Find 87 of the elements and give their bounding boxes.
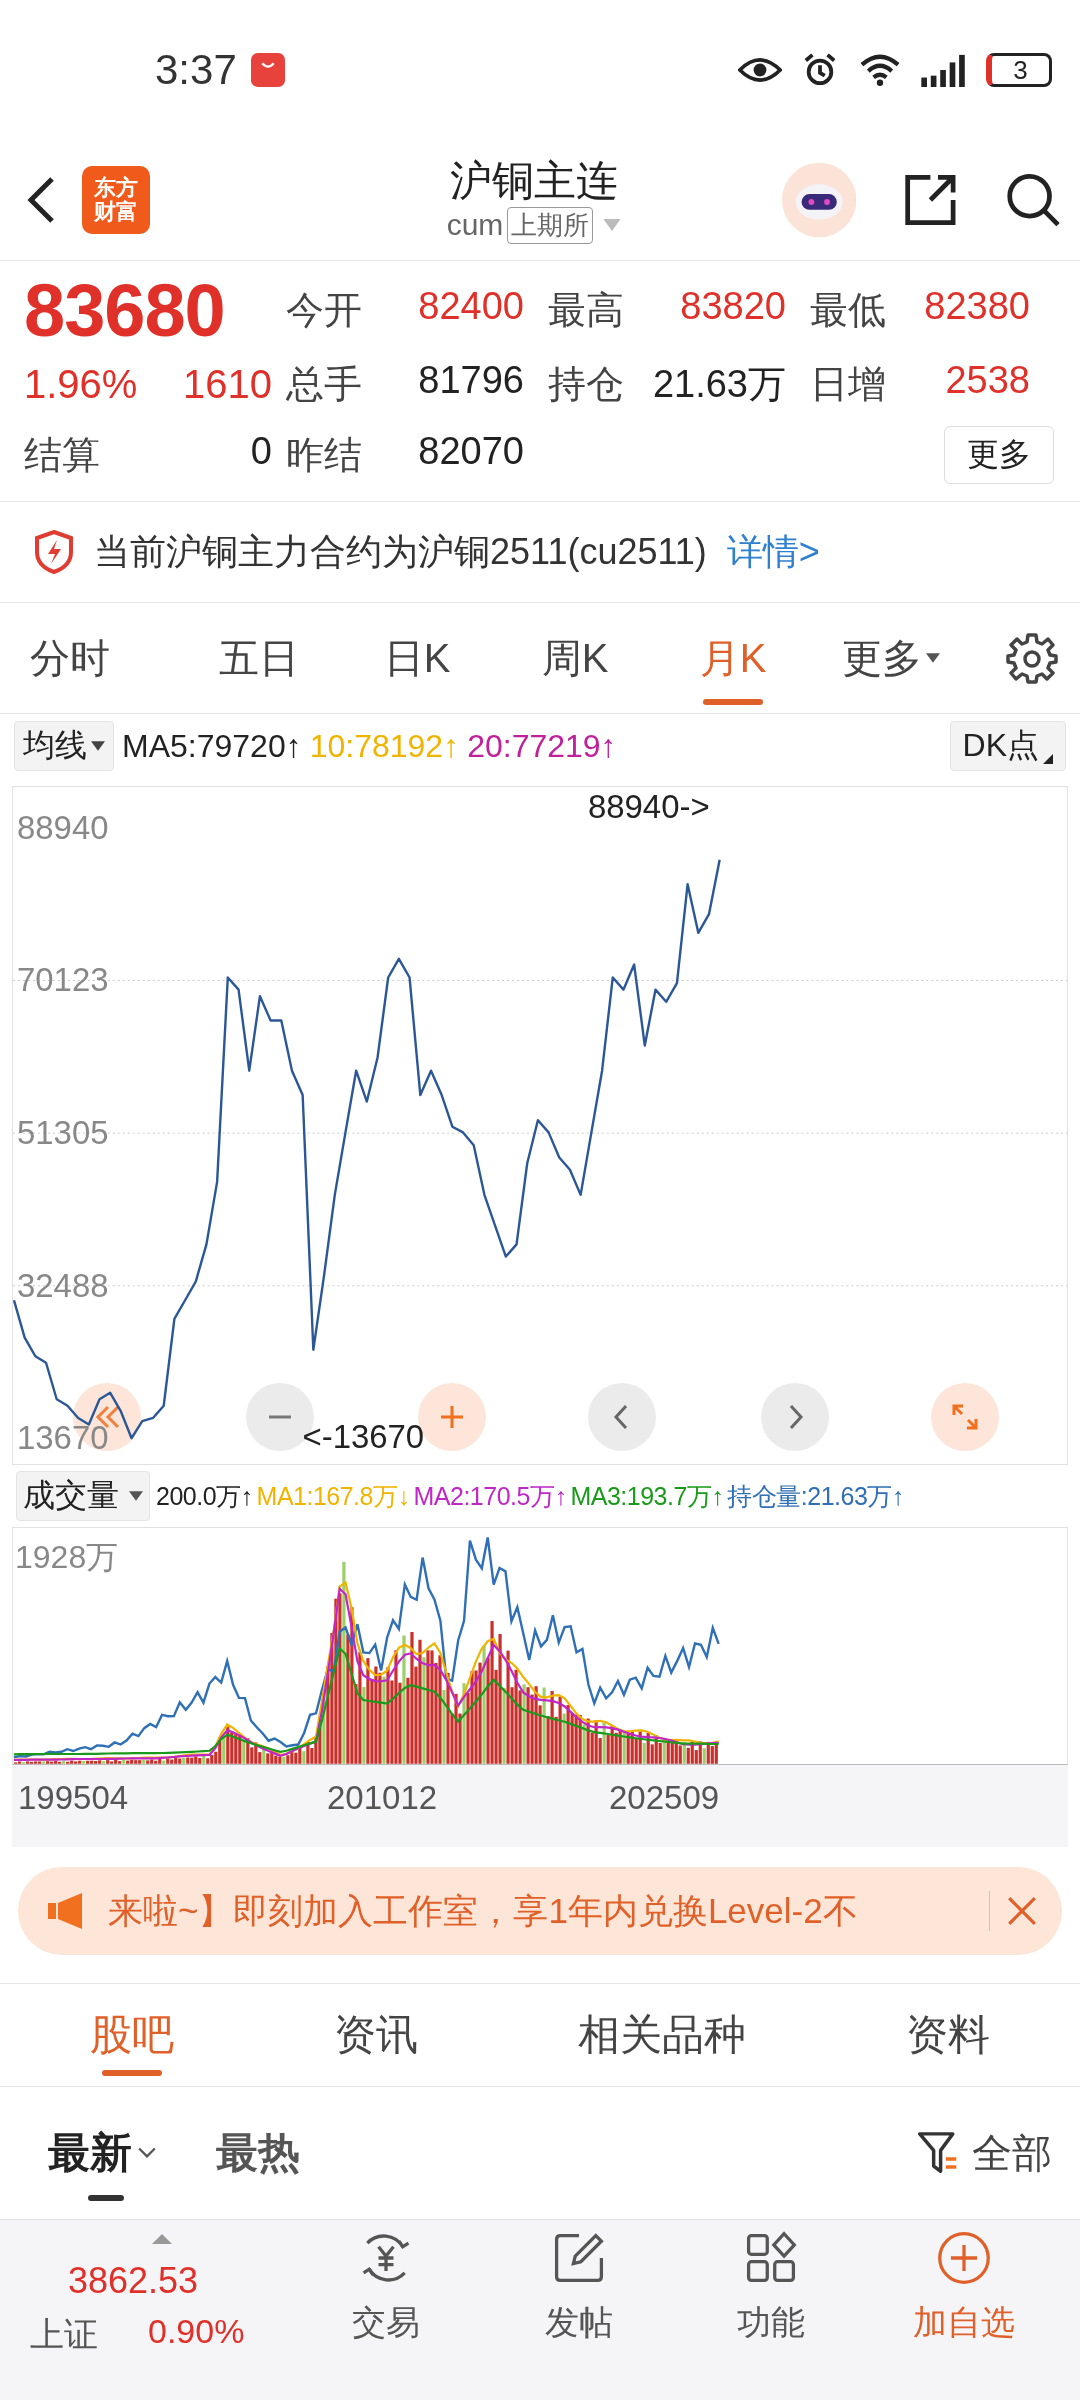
back-icon[interactable] xyxy=(26,175,56,225)
field-value: 2538 xyxy=(945,358,1030,403)
search-icon[interactable] xyxy=(1005,171,1062,229)
caret-icon xyxy=(129,1491,143,1501)
axis-label: 70123 xyxy=(17,961,109,999)
field-value: 81796 xyxy=(418,358,524,403)
corner-triangle-icon xyxy=(1043,754,1053,764)
volume-indicator-value: MA3:193.7万↑ xyxy=(570,1480,724,1512)
sort-tab[interactable]: 最新 xyxy=(48,2087,156,2219)
nav-button[interactable]: 交易 xyxy=(290,2230,483,2400)
change-percent: 1.96% xyxy=(24,361,138,407)
period-tab[interactable]: 月K xyxy=(654,603,812,713)
expand-up-icon[interactable] xyxy=(152,2234,172,2244)
field-label: 日增 xyxy=(810,361,886,407)
change-amount: 1610 xyxy=(183,361,272,407)
date-axis-label: 199504 xyxy=(18,1779,129,1817)
content-tab[interactable]: 相关品种 xyxy=(558,1984,766,2086)
volume-indicator-value: MA2:170.5万↑ xyxy=(413,1480,567,1512)
axis-label: 88940 xyxy=(17,808,109,846)
robot-avatar-icon[interactable] xyxy=(782,162,857,238)
details-link[interactable]: 详情> xyxy=(726,527,820,577)
notice-text: 当前沪铜主力合约为沪铜2511(cu2511) xyxy=(94,529,707,574)
volume-indicator-value: 持仓量:21.63万↑ xyxy=(727,1480,904,1512)
contract-title: 沪铜主连 xyxy=(450,156,618,207)
exchange-tag: 上期所 xyxy=(507,206,594,244)
date-axis-label: 201012 xyxy=(327,1779,438,1817)
period-tab[interactable]: 周K xyxy=(496,603,654,713)
index-value: 3862.53 xyxy=(68,2260,200,2302)
ma-value: 10:78192↑ xyxy=(309,727,460,765)
period-tab[interactable]: 分时 xyxy=(30,603,180,713)
expand-icon xyxy=(950,1402,980,1432)
period-tab[interactable]: 五日 xyxy=(180,603,338,713)
axis-label: 13670 xyxy=(17,1419,109,1457)
field-value: 21.63万 xyxy=(652,361,786,407)
content-tab[interactable]: 股吧 xyxy=(70,1984,194,2086)
app-logo: 东方 财富 xyxy=(82,166,150,234)
field-label: 最高 xyxy=(548,287,624,333)
indicator-dropdown[interactable]: 均线 xyxy=(14,721,114,771)
content-tab[interactable]: 资讯 xyxy=(314,1984,438,2086)
last-price: 83680 xyxy=(24,267,226,353)
field-value: 82070 xyxy=(418,429,524,474)
axis-label: 32488 xyxy=(17,1266,109,1304)
field-label: 最低 xyxy=(810,287,886,333)
add-circle-icon xyxy=(935,2230,992,2286)
contract-code: cum xyxy=(446,208,504,243)
chevron-down-icon xyxy=(138,2147,156,2159)
filter-button[interactable]: 全部 xyxy=(918,2125,1052,2181)
field-label: 今开 xyxy=(286,287,362,333)
field-label: 昨结 xyxy=(286,432,362,478)
field-value: 0 xyxy=(250,429,272,474)
price-annotation: <-13670 xyxy=(302,1418,425,1456)
caret-icon xyxy=(91,741,105,751)
battery-indicator: 3 xyxy=(986,53,1052,87)
date-axis-label: 202509 xyxy=(609,1779,720,1817)
volume-indicator-value: MA1:167.8万↓ xyxy=(256,1480,410,1512)
field-value: 82400 xyxy=(418,284,524,329)
dk-point-button[interactable]: DK点 xyxy=(949,721,1066,771)
app-notification-icon xyxy=(250,53,285,87)
caret-icon xyxy=(926,653,940,663)
index-name: 上证 xyxy=(30,2314,98,2355)
close-icon[interactable] xyxy=(1006,1895,1038,1927)
field-label: 持仓 xyxy=(548,361,624,407)
axis-label: 51305 xyxy=(17,1114,109,1152)
period-tab[interactable]: 更多 xyxy=(812,603,970,713)
volume-axis-label: 1928万 xyxy=(15,1538,119,1577)
content-tab[interactable]: 资料 xyxy=(886,1984,1010,2086)
ma-value: 20:77219↑ xyxy=(467,727,617,765)
field-label: 结算 xyxy=(24,432,100,478)
nav-button[interactable]: 功能 xyxy=(675,2230,868,2400)
shield-icon xyxy=(34,530,74,574)
nav-button[interactable]: 发帖 xyxy=(482,2230,675,2400)
volume-indicator-value: 200.0万↑ xyxy=(156,1480,253,1512)
wifi-icon xyxy=(858,53,902,87)
field-value: 83820 xyxy=(680,284,786,329)
index-change: 0.90% xyxy=(148,2312,245,2352)
filter-icon xyxy=(918,2131,958,2175)
field-value: 82380 xyxy=(924,284,1030,329)
field-label: 总手 xyxy=(286,361,362,407)
banner-text: 来啦~】即刻加入工作室，享1年内兑换Level-2不 xyxy=(108,1889,858,1932)
period-tab[interactable]: 日K xyxy=(338,603,496,713)
price-annotation: 88940-> xyxy=(587,787,710,825)
volume-dropdown[interactable]: 成交量 xyxy=(16,1471,150,1521)
more-button[interactable]: 更多 xyxy=(944,426,1054,484)
ma-value: MA5:79720↑ xyxy=(122,727,302,765)
sort-tab[interactable]: 最热 xyxy=(216,2087,300,2219)
status-time: 3:37 xyxy=(155,46,237,94)
settings-icon[interactable] xyxy=(1006,632,1058,684)
